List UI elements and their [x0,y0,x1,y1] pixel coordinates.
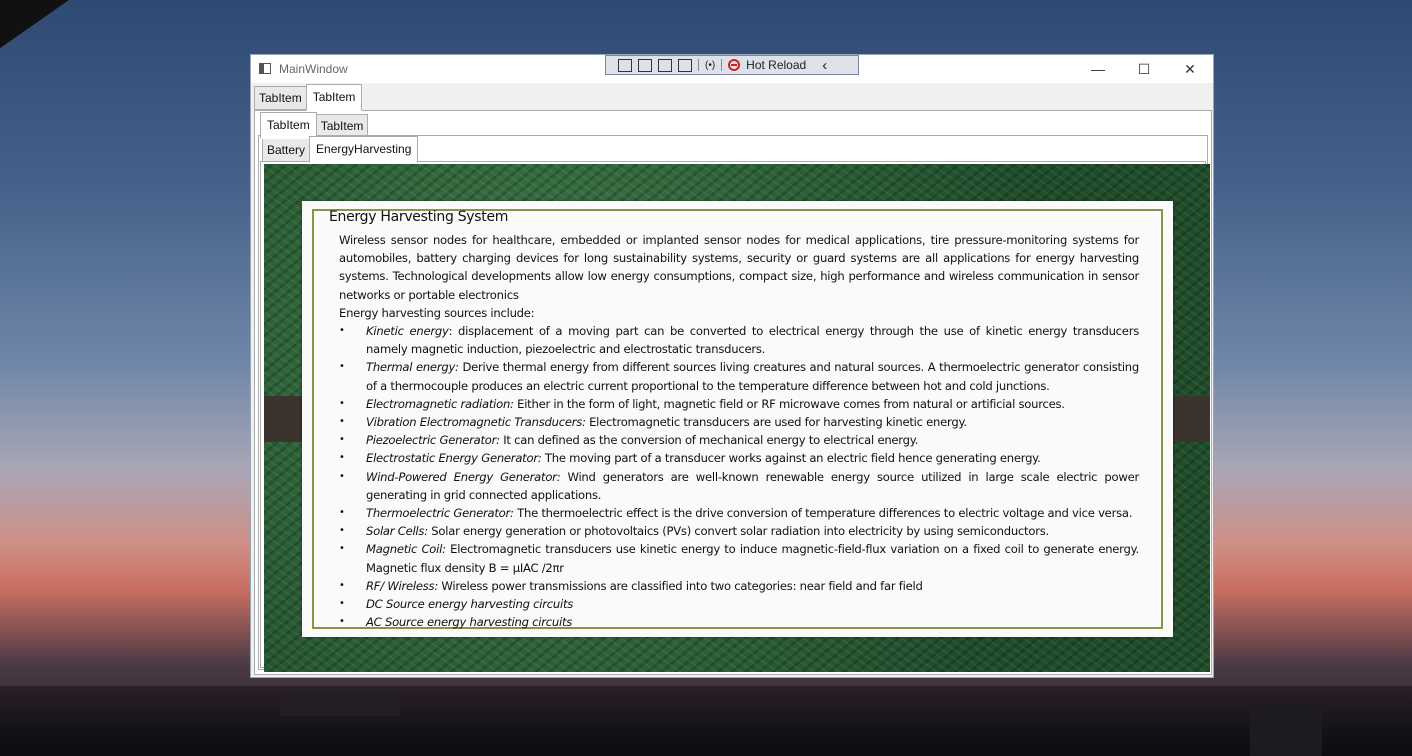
inner-tab-strip: Battery EnergyHarvesting [262,136,419,163]
item-term: DC Source energy harvesting circuits [366,597,574,612]
item-text: The moving part of a transducer works ag… [541,451,1041,466]
list-item: Thermoelectric Generator: The thermoelec… [339,504,1139,522]
list-item: DC Source energy harvesting circuits [339,595,1139,613]
item-term: Thermoelectric Generator: [366,506,514,521]
list-item: Thermal energy: Derive thermal energy fr… [339,358,1139,394]
item-term: Magnetic Coil: [366,542,446,557]
item-text: Electromagnetic transducers are used for… [585,415,967,430]
maximize-button[interactable]: ☐ [1121,55,1167,83]
list-item: Solar Cells: Solar energy generation or … [339,522,1139,540]
item-term: AC Source energy harvesting circuits [366,615,573,630]
item-text: Either in the form of light, magnetic fi… [513,396,1065,411]
document-paper: Energy Harvesting System Wireless sensor… [302,201,1173,637]
list-item: AC Source energy harvesting circuits [339,613,1139,631]
background-skyline [0,686,1412,756]
close-button[interactable]: ✕ [1167,55,1213,83]
background-hill [280,698,400,716]
item-term: Vibration Electromagnetic Transducers: [366,415,586,430]
tab-energy-harvesting[interactable]: EnergyHarvesting [309,136,419,163]
display-adorners-icon[interactable] [658,58,672,72]
item-text: It can defined as the conversion of mech… [499,433,919,448]
item-text: Solar energy generation or photovoltaics… [427,524,1049,539]
debug-toolbar: (•) Hot Reload ‹ [605,55,859,75]
minimize-button[interactable]: — [1075,55,1121,83]
hot-reload-status-icon [728,59,741,71]
live-tree-icon[interactable] [618,58,632,72]
middle-tab-panel: Battery EnergyHarvesting Energy Harvesti… [258,135,1210,672]
collapse-toolbar-chevron-icon[interactable]: ‹ [822,57,827,74]
tab-outer-1[interactable]: TabItem [254,86,307,110]
document-body: Wireless sensor nodes for healthcare, em… [339,231,1139,632]
main-window: MainWindow (•) Hot Reload ‹ — ☐ ✕ TabIte… [250,54,1214,678]
background-tower [1250,704,1322,756]
item-text: Derive thermal energy from different sou… [366,360,1139,393]
toolbar-separator [721,59,723,71]
title-bar: MainWindow (•) Hot Reload ‹ — ☐ ✕ [251,55,1213,83]
list-item: Electrostatic Energy Generator: The movi… [339,449,1139,467]
window-title: MainWindow [279,62,348,76]
list-item: Wind-Powered Energy Generator: Wind gene… [339,468,1139,504]
list-item: Piezoelectric Generator: It can defined … [339,431,1139,449]
energy-harvesting-panel: Energy Harvesting System Wireless sensor… [260,161,1210,672]
item-term: RF/ Wireless: [366,578,438,593]
item-term: Solar Cells: [366,524,428,539]
sources-list: Kinetic energy: displacement of a moving… [339,322,1139,632]
sources-heading: Energy harvesting sources include: [339,305,535,320]
hot-reload-button[interactable]: Hot Reload [746,58,806,72]
document-title: Energy Harvesting System [329,209,509,225]
app-icon [259,63,271,74]
list-item: RF/ Wireless: Wireless power transmissio… [339,577,1139,595]
item-term: Kinetic energy [366,324,449,339]
tab-middle-1[interactable]: TabItem [260,112,317,139]
item-term: Thermal energy: [366,360,459,375]
toolbar-separator [698,59,699,71]
list-item: Kinetic energy: displacement of a moving… [339,322,1139,358]
item-text: : displacement of a moving part can be c… [366,324,1139,357]
track-focus-icon[interactable] [678,58,692,72]
outer-tab-panel: TabItem TabItem Battery EnergyHarvesting… [254,110,1212,675]
list-item: Vibration Electromagnetic Transducers: E… [339,413,1139,431]
intro-paragraph: Wireless sensor nodes for healthcare, em… [339,233,1139,302]
list-item: Electromagnetic radiation: Either in the… [339,395,1139,413]
background-dark-corner [0,0,72,50]
tab-outer-2[interactable]: TabItem [305,84,363,111]
binding-failures-icon[interactable]: (•) [705,60,715,71]
item-text: The thermoelectric effect is the drive c… [513,506,1133,521]
tab-battery[interactable]: Battery [262,138,311,162]
item-text: Wireless power transmissions are classif… [438,578,923,593]
item-term: Electrostatic Energy Generator: [366,451,542,466]
green-background: Energy Harvesting System Wireless sensor… [264,164,1210,672]
outer-tab-strip: TabItem TabItem [254,84,363,111]
list-item: Magnetic Coil: Electromagnetic transduce… [339,540,1139,576]
item-term: Piezoelectric Generator: [366,433,500,448]
item-text: Electromagnetic transducers use kinetic … [366,542,1139,575]
item-term: Electromagnetic radiation: [366,396,514,411]
item-term: Wind-Powered Energy Generator: [366,469,561,484]
select-element-icon[interactable] [638,58,652,72]
